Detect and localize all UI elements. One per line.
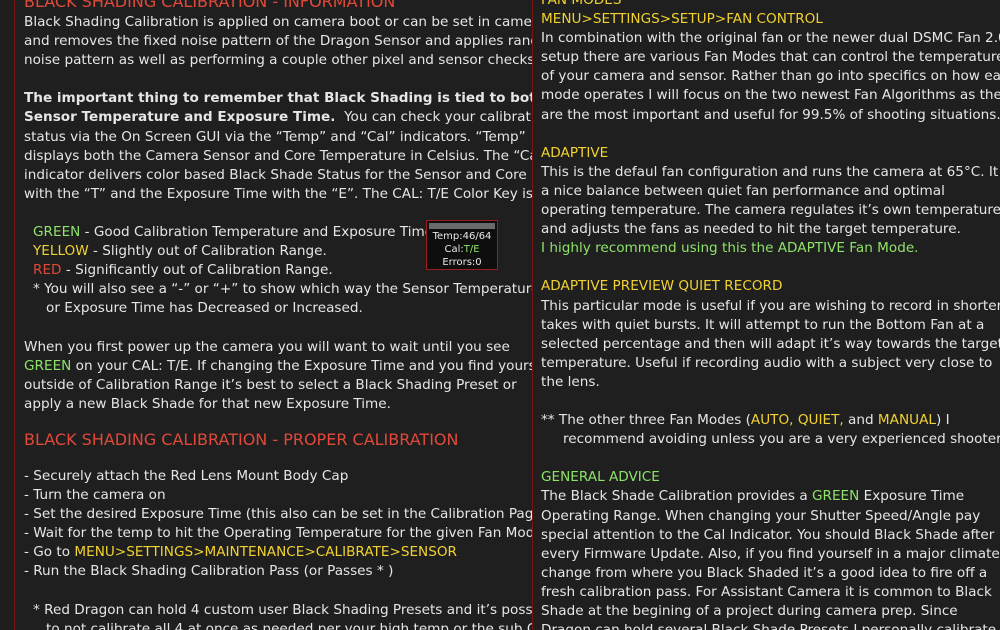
heading-calibration-information: BLACK SHADING CALIBRATION - INFORMATION xyxy=(24,0,396,11)
general-prefix: The Black Shade Calibration provides a xyxy=(541,488,812,505)
intro-line: Black Shading Calibration is applied on … xyxy=(24,14,534,30)
heading-fan-modes: FAN MODES xyxy=(541,0,622,8)
green-text: - Good Calibration Temperature and Expos… xyxy=(80,224,434,241)
intro-line: noise pattern as well as performing a co… xyxy=(24,52,534,69)
other-modes-line: ** The other three Fan Modes (AUTO, QUIE… xyxy=(541,411,1000,430)
important-more-line: with the “T” and the Exposure Time with … xyxy=(24,185,534,202)
green-word: GREEN xyxy=(811,488,860,505)
cal-label: Cal: xyxy=(444,244,464,255)
adaptive-line: and adjusts the fans as needed to hit th… xyxy=(541,221,961,238)
power-up-line: outside of Calibration Range it’s best t… xyxy=(24,376,517,393)
general-line: Dragon can hold several Black Shade Pres… xyxy=(541,621,1000,630)
preview-line: temperature. Useful if recording audio w… xyxy=(541,354,993,371)
other-auto-quiet: AUTO, QUIET, xyxy=(750,412,844,429)
adaptive-line: operating temperature. The camera regula… xyxy=(541,202,1000,219)
fan-intro-line: of your camera and sensor. Rather than g… xyxy=(541,68,1000,85)
step-item: - Set the desired Exposure Time (this al… xyxy=(24,506,534,523)
step-item: - Wait for the temp to hit the Operating… xyxy=(24,525,534,542)
red-word: RED xyxy=(33,262,62,279)
errors-label: Errors: xyxy=(442,257,476,268)
general-line: every Firmware Update. Also, if you find… xyxy=(541,545,1000,562)
color-key-note: or Exposure Time has Decreased or Increa… xyxy=(46,300,363,317)
power-up-text: on your CAL: T/E. If changing the Exposu… xyxy=(71,357,534,374)
other-prefix: ** The other three Fan Modes ( xyxy=(541,412,751,429)
color-key-note: * You will also see a “-” or “+” to show… xyxy=(33,281,534,298)
adaptive-recommendation: I highly recommend using this the ADAPTI… xyxy=(541,240,919,257)
other-and: and xyxy=(843,412,878,429)
step-item: - Go to MENU>SETTINGS>MAINTENANCE>CALIBR… xyxy=(24,543,523,562)
adaptive-line: a nice balance between quiet fan perform… xyxy=(541,182,945,199)
fan-intro-line: setup there are various Fan Modes that c… xyxy=(541,49,1000,66)
general-line: change from where you Black Shaded it’s … xyxy=(541,564,988,581)
temp-value: 46/64 xyxy=(462,231,492,242)
cal-indicator-box: Temp:46/64 Cal:T/E Errors:0 xyxy=(426,220,498,270)
step-item: - Securely attach the Red Lens Mount Bod… xyxy=(24,467,349,484)
footnote-line: * Red Dragon can hold 4 custom user Blac… xyxy=(33,601,534,618)
preview-line: takes with quiet bursts. It will attempt… xyxy=(541,316,985,333)
important-line: Sensor Temperature and Exposure Time. Yo… xyxy=(24,108,533,127)
cal-readout: Cal:T/E xyxy=(427,243,497,256)
step-item: - Run the Black Shading Calibration Pass… xyxy=(24,563,394,580)
footnote-line: to not calibrate all 4 at once as needed… xyxy=(46,620,533,630)
green-word: GREEN xyxy=(24,357,72,374)
right-column: FAN MODES MENU>SETTINGS>SETUP>FAN CONTRO… xyxy=(532,0,1000,630)
power-up-line: GREEN on your CAL: T/E. If changing the … xyxy=(24,357,533,376)
cal-indicator-bar xyxy=(429,223,495,229)
preview-line: the lens. xyxy=(541,373,600,390)
step-item: - Turn the camera on xyxy=(24,487,166,504)
menu-path-sensor: MENU>SETTINGS>MAINTENANCE>CALIBRATE>SENS… xyxy=(74,544,458,561)
adaptive-line: This is the defaul fan configuration and… xyxy=(541,163,1000,180)
preview-line: selected percentage and then will adapt … xyxy=(541,335,1000,352)
fan-intro-line: are the most important and useful for 99… xyxy=(541,106,1000,123)
important-rest-text: You can check your calibration xyxy=(335,109,534,126)
general-line: fresh calibration pass. For Assistant Ca… xyxy=(541,583,992,600)
heading-general-advice: GENERAL ADVICE xyxy=(541,469,660,486)
power-up-line: When you first power up the camera you w… xyxy=(24,338,510,355)
important-line: The important thing to remember that Bla… xyxy=(24,90,534,107)
important-more-line: status via the On Screen GUI via the “Te… xyxy=(24,128,526,145)
fan-menu-path: MENU>SETTINGS>SETUP>FAN CONTROL xyxy=(541,11,823,28)
important-bold-text: Sensor Temperature and Exposure Time. xyxy=(24,109,336,126)
left-column: BLACK SHADING CALIBRATION - INFORMATION … xyxy=(14,0,534,630)
important-more-line: indicator delivers color based Black Sha… xyxy=(24,166,527,183)
yellow-word: YELLOW xyxy=(33,243,89,260)
other-suffix: ) I xyxy=(935,412,950,429)
power-up-line: apply a new Black Shade for that new Exp… xyxy=(24,395,391,412)
general-line: The Black Shade Calibration provides a G… xyxy=(541,487,1000,506)
other-modes-line: recommend avoiding unless you are a very… xyxy=(563,431,1000,448)
step-goto-prefix: - Go to xyxy=(24,544,75,561)
intro-line: and removes the fixed noise pattern of t… xyxy=(24,33,534,50)
red-text: - Significantly out of Calibration Range… xyxy=(61,262,333,279)
yellow-text: - Slightly out of Calibration Range. xyxy=(88,243,327,260)
general-line: Shade at the begining of a project durin… xyxy=(541,603,958,619)
other-manual: MANUAL xyxy=(877,412,936,429)
temp-label: Temp: xyxy=(432,231,463,242)
fan-intro-line: In combination with the original fan or … xyxy=(541,30,1000,47)
general-rest: Exposure Time xyxy=(859,488,965,505)
important-more-line: displays both the Camera Sensor and Core… xyxy=(24,147,534,164)
errors-value: 0 xyxy=(475,257,482,268)
fan-intro-line: mode operates I will focus on the two ne… xyxy=(541,87,1000,104)
green-word: GREEN xyxy=(33,224,81,241)
cal-value: T/E xyxy=(463,244,480,255)
general-line: Operating Range. When changing your Shut… xyxy=(541,507,981,524)
general-line: special attention to the Cal Indicator. … xyxy=(541,526,995,543)
heading-adaptive-preview: ADAPTIVE PREVIEW QUIET RECORD xyxy=(541,278,783,295)
heading-proper-calibration: BLACK SHADING CALIBRATION - PROPER CALIB… xyxy=(24,429,459,449)
preview-line: This particular mode is useful if you ar… xyxy=(541,297,1000,314)
errors-readout: Errors:0 xyxy=(427,256,497,269)
heading-adaptive: ADAPTIVE xyxy=(541,144,609,161)
temp-readout: Temp:46/64 xyxy=(427,230,497,243)
